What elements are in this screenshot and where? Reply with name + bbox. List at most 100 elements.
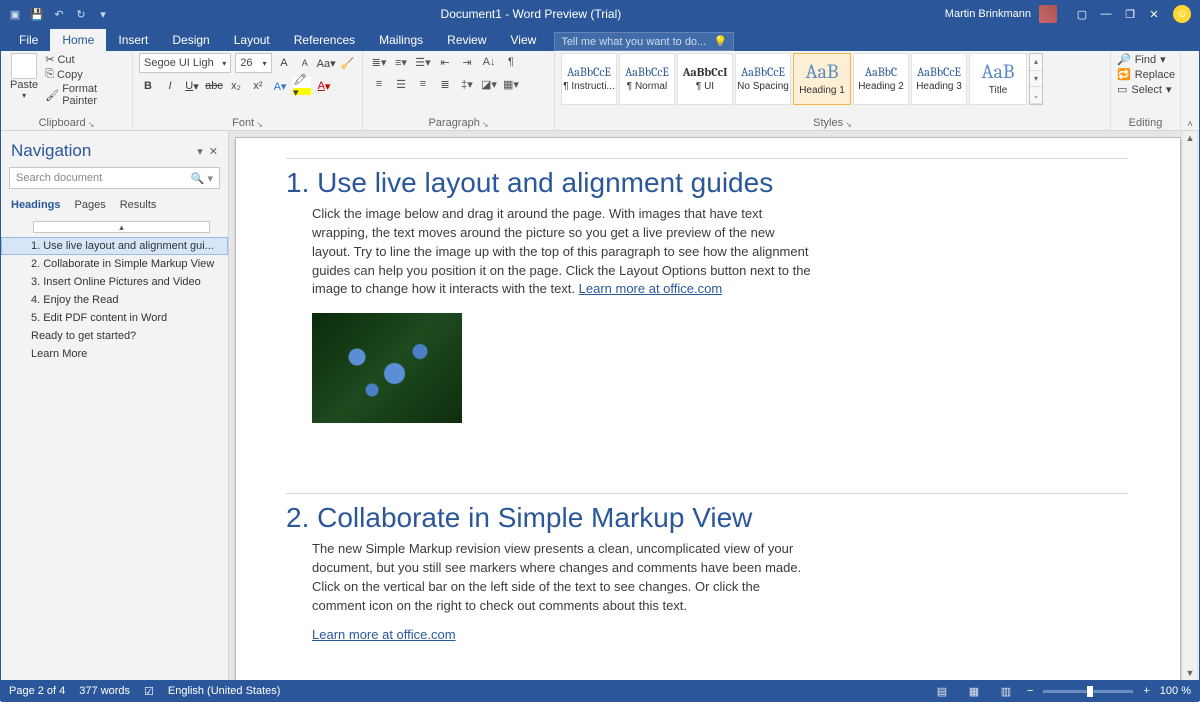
status-language[interactable]: English (United States): [168, 685, 281, 697]
nav-heading-item[interactable]: 4. Enjoy the Read: [1, 291, 228, 309]
undo-icon[interactable]: ↶: [51, 6, 67, 22]
italic-button[interactable]: I: [161, 77, 179, 95]
nav-heading-item[interactable]: Learn More: [1, 345, 228, 363]
nav-dropdown-icon[interactable]: ▾: [197, 145, 203, 158]
close-icon[interactable]: ✕: [1143, 8, 1165, 21]
show-marks-icon[interactable]: ¶: [501, 53, 521, 71]
nav-heading-item[interactable]: 5. Edit PDF content in Word: [1, 309, 228, 327]
feedback-smiley-icon[interactable]: ☺: [1173, 5, 1191, 23]
paste-button[interactable]: Paste ▾: [7, 53, 41, 107]
cut-button[interactable]: ✂Cut: [45, 53, 126, 66]
proofing-icon[interactable]: ☑: [144, 685, 154, 698]
style-title[interactable]: AaBTitle: [969, 53, 1027, 105]
grow-font-icon[interactable]: A: [276, 54, 293, 72]
document-page[interactable]: 1. Use live layout and alignment guides …: [235, 137, 1181, 680]
align-center-icon[interactable]: ☰: [391, 75, 411, 93]
styles-scroll-icon[interactable]: ⌄: [1030, 87, 1042, 104]
word-icon[interactable]: ▣: [7, 6, 23, 22]
strikethrough-button[interactable]: abc: [205, 77, 223, 95]
zoom-level[interactable]: 100 %: [1160, 685, 1191, 697]
numbering-icon[interactable]: ≡▾: [391, 53, 411, 71]
search-icon[interactable]: 🔍: [191, 173, 205, 185]
decrease-indent-icon[interactable]: ⇤: [435, 53, 455, 71]
nav-heading-item[interactable]: 1. Use live layout and alignment gui...: [1, 237, 228, 255]
nav-tab-results[interactable]: Results: [120, 199, 157, 211]
zoom-in-icon[interactable]: +: [1143, 685, 1149, 697]
tab-home[interactable]: Home: [50, 29, 106, 51]
dialog-launcher-icon[interactable]: ↘: [88, 120, 95, 129]
style-heading-2[interactable]: AaBbCHeading 2: [853, 53, 909, 105]
nav-jump-bar[interactable]: ▴: [33, 221, 210, 233]
superscript-button[interactable]: x²: [249, 77, 267, 95]
tab-references[interactable]: References: [282, 29, 367, 51]
ribbon-options-icon[interactable]: ▢: [1071, 8, 1093, 21]
nav-heading-item[interactable]: 3. Insert Online Pictures and Video: [1, 273, 228, 291]
heading-2[interactable]: 2. Collaborate in Simple Markup View: [286, 493, 1128, 534]
minimize-icon[interactable]: —: [1095, 8, 1117, 21]
style-heading-1[interactable]: AaBHeading 1: [793, 53, 851, 105]
learn-more-link-1[interactable]: Learn more at office.com: [579, 281, 723, 296]
tab-view[interactable]: View: [499, 29, 549, 51]
inline-image[interactable]: [312, 313, 462, 423]
select-button[interactable]: ▭Select ▾: [1117, 83, 1174, 96]
dialog-launcher-icon[interactable]: ↘: [256, 120, 263, 129]
bullets-icon[interactable]: ≣▾: [369, 53, 389, 71]
replace-button[interactable]: 🔁Replace: [1117, 68, 1174, 81]
text-effects-icon[interactable]: A▾: [271, 77, 289, 95]
nav-tab-headings[interactable]: Headings: [11, 199, 61, 211]
zoom-out-icon[interactable]: −: [1027, 685, 1033, 697]
maximize-icon[interactable]: ❐: [1119, 8, 1141, 21]
styles-scroll-icon[interactable]: ▾: [1030, 71, 1042, 88]
save-icon[interactable]: 💾: [29, 6, 45, 22]
heading-1[interactable]: 1. Use live layout and alignment guides: [286, 158, 1128, 199]
read-mode-icon[interactable]: ▤: [931, 683, 953, 699]
style-heading-3[interactable]: AaBbCcEHeading 3: [911, 53, 967, 105]
change-case-icon[interactable]: Aa▾: [317, 54, 335, 72]
borders-icon[interactable]: ▦▾: [501, 75, 521, 93]
style---instructi---[interactable]: AaBbCcE¶ Instructi...: [561, 53, 617, 105]
tab-mailings[interactable]: Mailings: [367, 29, 435, 51]
nav-heading-item[interactable]: Ready to get started?: [1, 327, 228, 345]
shrink-font-icon[interactable]: A: [296, 54, 313, 72]
style---normal[interactable]: AaBbCcE¶ Normal: [619, 53, 675, 105]
find-button[interactable]: 🔎Find ▾: [1117, 53, 1174, 66]
web-layout-icon[interactable]: ▥: [995, 683, 1017, 699]
tab-design[interactable]: Design: [160, 29, 221, 51]
tab-review[interactable]: Review: [435, 29, 498, 51]
bold-button[interactable]: B: [139, 77, 157, 95]
tab-file[interactable]: File: [7, 29, 50, 51]
vertical-scrollbar[interactable]: ▲▼: [1183, 131, 1197, 680]
font-size-combo[interactable]: 26▾: [235, 53, 271, 73]
nav-tab-pages[interactable]: Pages: [75, 199, 106, 211]
qat-customize-icon[interactable]: ▾: [95, 6, 111, 22]
style---ui[interactable]: AaBbCcI¶ UI: [677, 53, 733, 105]
paragraph-1[interactable]: Click the image below and drag it around…: [312, 205, 812, 299]
document-area[interactable]: 1. Use live layout and alignment guides …: [229, 131, 1199, 680]
styles-scroll-icon[interactable]: ▴: [1030, 54, 1042, 71]
redo-icon[interactable]: ↻: [73, 6, 89, 22]
justify-icon[interactable]: ≣: [435, 75, 455, 93]
collapse-ribbon-icon[interactable]: ˄: [1181, 51, 1199, 130]
tell-me-search[interactable]: Tell me what you want to do... 💡: [554, 32, 734, 51]
line-spacing-icon[interactable]: ‡▾: [457, 75, 477, 93]
status-page[interactable]: Page 2 of 4: [9, 685, 65, 697]
increase-indent-icon[interactable]: ⇥: [457, 53, 477, 71]
style-no-spacing[interactable]: AaBbCcENo Spacing: [735, 53, 791, 105]
styles-gallery[interactable]: AaBbCcE¶ Instructi...AaBbCcE¶ NormalAaBb…: [561, 53, 1104, 105]
nav-close-icon[interactable]: ✕: [209, 145, 218, 158]
paragraph-2[interactable]: The new Simple Markup revision view pres…: [312, 540, 812, 615]
copy-button[interactable]: ⎘Copy: [45, 68, 126, 81]
print-layout-icon[interactable]: ▦: [963, 683, 985, 699]
highlight-icon[interactable]: 🖍▾: [293, 77, 311, 95]
clear-formatting-icon[interactable]: 🧹: [339, 54, 356, 72]
status-word-count[interactable]: 377 words: [79, 685, 130, 697]
multilevel-icon[interactable]: ☰▾: [413, 53, 433, 71]
user-avatar-icon[interactable]: [1039, 5, 1057, 23]
align-right-icon[interactable]: ≡: [413, 75, 433, 93]
align-left-icon[interactable]: ≡: [369, 75, 389, 93]
font-name-combo[interactable]: Segoe UI Ligh▾: [139, 53, 231, 73]
dialog-launcher-icon[interactable]: ↘: [845, 120, 852, 129]
sort-icon[interactable]: A↓: [479, 53, 499, 71]
underline-button[interactable]: U▾: [183, 77, 201, 95]
font-color-icon[interactable]: A▾: [315, 77, 333, 95]
